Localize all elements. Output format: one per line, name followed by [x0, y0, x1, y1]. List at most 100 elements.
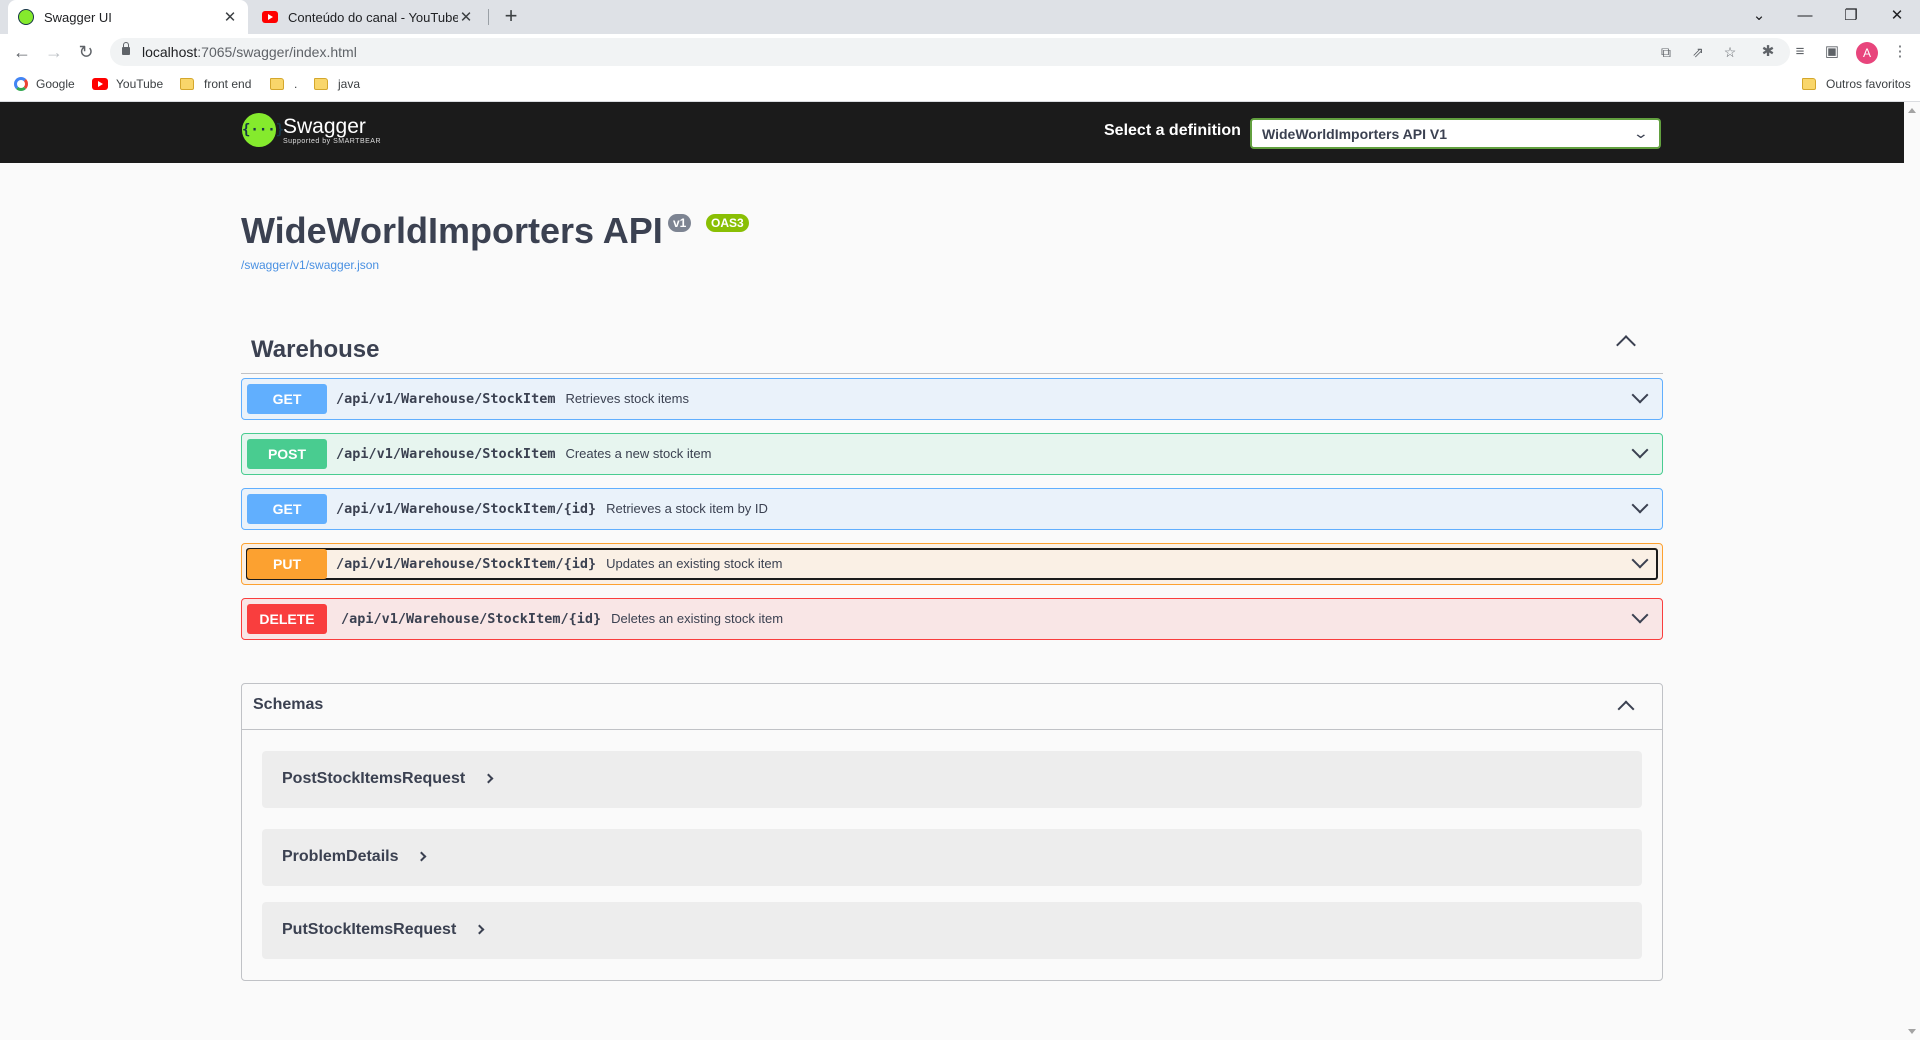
bookmark-label: YouTube — [116, 77, 164, 91]
definition-select[interactable]: WideWorldImporters API V1 ⌄ — [1250, 118, 1661, 149]
warehouse-section-header[interactable]: Warehouse — [241, 322, 1663, 374]
operation-get-stockitem[interactable]: GET /api/v1/Warehouse/StockItem Retrieve… — [241, 378, 1663, 420]
method-badge: GET — [247, 494, 327, 524]
close-icon[interactable]: ✕ — [222, 8, 238, 26]
schemas-title: Schemas — [253, 696, 324, 713]
tab-search-icon[interactable]: ⌄ — [1736, 0, 1782, 34]
minimize-button[interactable]: — — [1782, 0, 1828, 34]
scroll-up-arrow-icon[interactable] — [1908, 108, 1916, 113]
operation-get-stockitem-by-id[interactable]: GET /api/v1/Warehouse/StockItem/{id} Ret… — [241, 488, 1663, 530]
browser-toolbar: ← → ↻ localhost:7065/swagger/index.html … — [0, 34, 1920, 70]
model-name-row: PostStockItemsRequest — [282, 770, 494, 788]
bookmark-label: front end — [204, 77, 252, 91]
bookmark-label: Google — [36, 77, 75, 91]
lock-icon[interactable] — [122, 42, 130, 55]
model-problem-details[interactable]: ProblemDetails — [262, 829, 1642, 886]
chevron-up-icon[interactable] — [1617, 700, 1635, 718]
operation-post-stockitem[interactable]: POST /api/v1/Warehouse/StockItem Creates… — [241, 433, 1663, 475]
chevron-down-icon[interactable] — [1631, 496, 1649, 514]
chevron-down-icon[interactable] — [1631, 606, 1649, 624]
definition-select-value: WideWorldImporters API V1 — [1262, 126, 1448, 142]
tab-title: Conteúdo do canal - YouTube St... — [288, 9, 458, 25]
swagger-logo[interactable]: {···} Swagger Supported by SMARTBEAR — [242, 113, 381, 147]
logo-subtitle: Supported by SMARTBEAR — [283, 137, 382, 145]
page-scrollbar[interactable] — [1904, 102, 1920, 1040]
bookmark-folder-java[interactable]: java — [314, 77, 360, 91]
swagger-logo-icon: {···} — [242, 113, 284, 147]
folder-icon — [270, 78, 284, 90]
operation-delete-stockitem[interactable]: DELETE /api/v1/Warehouse/StockItem/{id} … — [241, 598, 1663, 640]
tab-youtube-studio[interactable]: Conteúdo do canal - YouTube St... ✕ — [252, 0, 484, 34]
model-name: PutStockItemsRequest — [282, 921, 457, 938]
restore-button[interactable]: ❐ — [1828, 0, 1874, 34]
browser-tab-strip: Swagger UI ✕ Conteúdo do canal - YouTube… — [0, 0, 1920, 34]
share-icon[interactable]: ⇗ — [1688, 42, 1708, 62]
operation-path: /api/v1/Warehouse/StockItem — [336, 391, 556, 407]
back-arrow-icon[interactable]: ← — [8, 38, 36, 66]
bookmark-folder-front-end[interactable]: front end — [180, 77, 251, 91]
api-title: WideWorldImporters API — [241, 210, 663, 251]
operation-summary: Updates an existing stock item — [606, 556, 783, 571]
bookmarks-bar: Google YouTube front end . java Outros f… — [0, 70, 1920, 102]
method-badge: GET — [247, 384, 327, 414]
folder-icon — [180, 78, 194, 90]
menu-kebab-icon[interactable]: ⋮ — [1890, 42, 1910, 62]
operation-path: /api/v1/Warehouse/StockItem/{id} — [336, 556, 597, 572]
url-host: localhost — [142, 44, 198, 60]
reload-icon[interactable]: ↻ — [72, 38, 100, 66]
new-tab-button[interactable]: + — [498, 4, 524, 30]
model-name: ProblemDetails — [282, 848, 399, 865]
chevron-right-icon[interactable] — [417, 851, 427, 862]
reading-list-icon[interactable]: ≡ — [1790, 42, 1810, 62]
schemas-header[interactable]: Schemas — [242, 684, 1662, 730]
model-name-row: PutStockItemsRequest — [282, 921, 485, 939]
folder-icon — [1802, 78, 1816, 90]
operation-put-stockitem[interactable]: PUT /api/v1/Warehouse/StockItem/{id} Upd… — [241, 543, 1663, 585]
close-window-button[interactable]: ✕ — [1874, 0, 1920, 34]
operation-path: /api/v1/Warehouse/StockItem — [336, 446, 556, 462]
section-title: Warehouse — [251, 336, 380, 363]
bookmark-label: java — [338, 77, 361, 91]
profile-avatar[interactable]: A — [1856, 42, 1878, 64]
operation-summary: Retrieves a stock item by ID — [606, 501, 768, 516]
tab-separator — [488, 9, 489, 25]
operation-path: /api/v1/Warehouse/StockItem/{id} — [341, 611, 602, 627]
bookmark-folder-dot[interactable]: . — [270, 77, 297, 91]
folder-icon — [314, 78, 328, 90]
chevron-right-icon[interactable] — [483, 773, 494, 784]
model-post-stock-items-request[interactable]: PostStockItemsRequest — [262, 751, 1642, 808]
url-path: :7065/swagger/index.html — [197, 44, 357, 60]
method-badge: POST — [247, 439, 327, 469]
schemas-section: Schemas PostStockItemsRequest ProblemDet… — [241, 683, 1663, 981]
model-put-stock-items-request[interactable]: PutStockItemsRequest — [262, 902, 1642, 959]
oas-badge: OAS3 — [706, 214, 749, 232]
side-panel-icon[interactable]: ▣ — [1822, 42, 1842, 62]
logo-text: Swagger Supported by SMARTBEAR — [283, 114, 382, 145]
forward-arrow-icon[interactable]: → — [40, 38, 68, 66]
chevron-down-icon: ⌄ — [1632, 125, 1650, 141]
close-icon[interactable]: ✕ — [458, 8, 474, 26]
extensions-puzzle-icon[interactable]: ✱ — [1758, 42, 1778, 62]
model-name: PostStockItemsRequest — [282, 770, 466, 787]
spec-json-link[interactable]: /swagger/v1/swagger.json — [241, 258, 379, 272]
operation-path: /api/v1/Warehouse/StockItem/{id} — [336, 501, 597, 517]
translate-icon[interactable]: ⧉ — [1656, 42, 1676, 62]
chevron-right-icon[interactable] — [474, 924, 485, 935]
bookmark-google[interactable]: Google — [14, 77, 75, 91]
url-text[interactable]: localhost:7065/swagger/index.html — [142, 44, 357, 60]
chevron-up-icon[interactable] — [1616, 335, 1636, 355]
scroll-down-arrow-icon[interactable] — [1908, 1029, 1916, 1034]
logo-name: Swagger — [283, 114, 366, 138]
tab-title: Swagger UI — [44, 9, 112, 25]
operation-summary: Deletes an existing stock item — [611, 611, 784, 626]
address-bar[interactable]: localhost:7065/swagger/index.html ⧉ ⇗ ☆ — [110, 38, 1790, 66]
model-name-row: ProblemDetails — [282, 848, 427, 866]
bookmark-other-favorites[interactable]: Outros favoritos — [1802, 77, 1911, 91]
chevron-down-icon[interactable] — [1631, 441, 1649, 459]
method-badge: PUT — [247, 549, 327, 579]
tab-swagger-ui[interactable]: Swagger UI ✕ — [8, 0, 248, 34]
operation-summary: Creates a new stock item — [565, 446, 712, 461]
chevron-down-icon[interactable] — [1631, 386, 1649, 404]
bookmark-youtube[interactable]: YouTube — [92, 77, 163, 91]
bookmark-star-icon[interactable]: ☆ — [1720, 42, 1740, 62]
